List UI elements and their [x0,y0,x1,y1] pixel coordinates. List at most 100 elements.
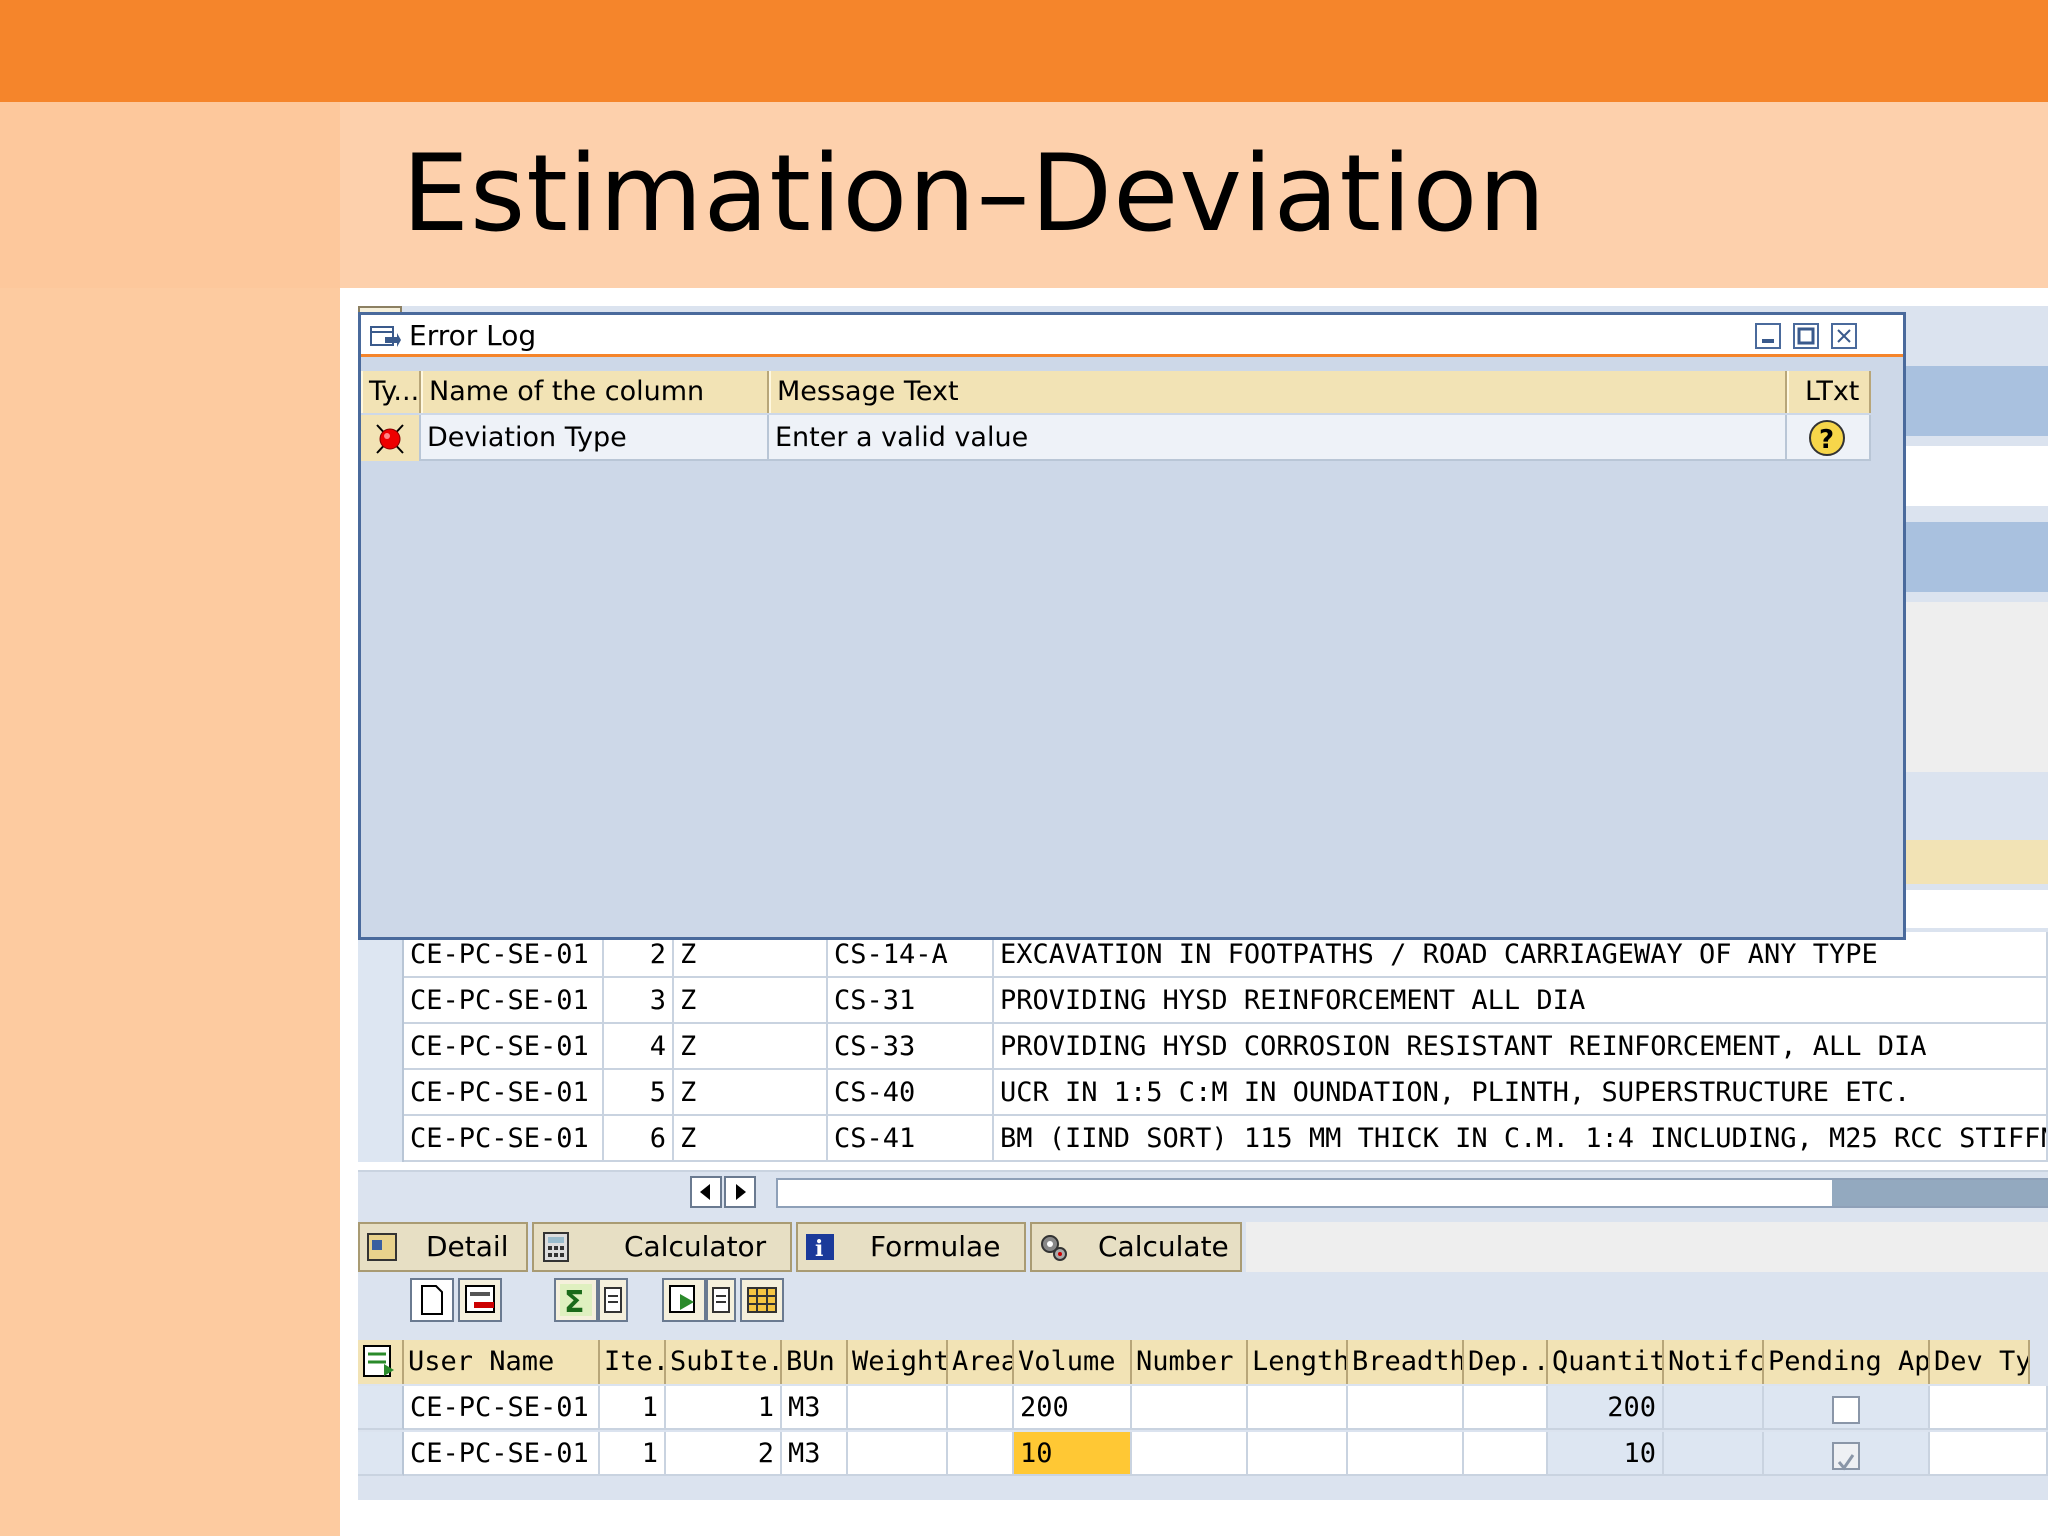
cell-depth[interactable] [1464,1432,1548,1476]
cell-item: 6 [604,1116,674,1162]
cell-deviation-type[interactable] [1930,1386,2048,1430]
row-selector[interactable] [358,1116,404,1162]
long-text-cell[interactable]: ? [1787,415,1871,461]
scroll-left-button[interactable] [690,1176,722,1208]
cell-item[interactable]: 1 [600,1386,666,1430]
formulae-button-label: Formulae [870,1230,1001,1263]
cell-length[interactable] [1248,1432,1348,1476]
row-selector[interactable] [358,1024,404,1070]
cell-notification [1664,1432,1764,1476]
maximize-icon [1797,327,1815,345]
calculator-icon [543,1232,569,1262]
cell-volume-highlighted[interactable]: 10 [1014,1432,1132,1476]
grid-icon [747,1287,777,1313]
layout-button[interactable] [740,1278,784,1322]
cell-number[interactable] [1132,1386,1248,1430]
cell-breadth[interactable] [1348,1432,1464,1476]
minimize-icon [1762,339,1774,343]
table-row[interactable]: CE-PC-SE-01 6 Z CS-41 BM (IIND SORT) 115… [358,1116,2048,1162]
error-table-header: Ty... Name of the column Message Text LT… [361,371,1871,413]
column-header-area[interactable]: Area [948,1340,1014,1384]
export-dropdown-button[interactable] [706,1278,736,1322]
table-row[interactable]: CE-PC-SE-01 5 Z CS-40 UCR IN 1:5 C:M IN … [358,1070,2048,1116]
cell-number[interactable] [1132,1432,1248,1476]
scrollbar-thumb[interactable] [1832,1180,2048,1206]
pending-checkbox-checked[interactable] [1832,1442,1860,1471]
table-row[interactable]: CE-PC-SE-01 4 Z CS-33 PROVIDING HYSD COR… [358,1024,2048,1070]
detail-button-label: Detail [426,1230,509,1263]
table-row[interactable]: CE-PC-SE-01 3 Z CS-31 PROVIDING HYSD REI… [358,978,2048,1024]
cell-pending-approval [1764,1386,1930,1430]
cell-breadth[interactable] [1348,1386,1464,1430]
sum-button[interactable]: Σ [554,1278,598,1322]
scroll-right-button[interactable] [724,1176,756,1208]
row-selector[interactable] [358,1386,404,1430]
cell-weight[interactable] [848,1432,948,1476]
help-icon[interactable]: ? [1807,419,1847,457]
clipboard-icon [604,1287,622,1313]
column-header-quantity[interactable]: Quantity [1548,1340,1664,1384]
pending-checkbox[interactable] [1832,1396,1860,1424]
calculator-button[interactable]: Calculator [532,1222,792,1272]
cell-notification [1664,1386,1764,1430]
column-header-message[interactable]: Message Text [769,371,1787,413]
cell-deviation-type[interactable] [1930,1432,2048,1476]
svg-text:Σ: Σ [564,1285,585,1320]
error-message: Enter a valid value [769,415,1787,461]
error-log-dialog: Error Log Ty... Name of the column Messa… [358,312,1906,940]
column-header-volume[interactable]: Volume [1014,1340,1132,1384]
delete-row-button[interactable] [458,1278,502,1322]
column-header-depth[interactable]: Dep... [1464,1340,1548,1384]
select-all-button[interactable] [358,1340,404,1384]
column-header-breadth[interactable]: Breadth [1348,1340,1464,1384]
cell-area[interactable] [948,1432,1014,1476]
maximize-button[interactable] [1793,323,1819,349]
sum-dropdown-button[interactable] [598,1278,628,1322]
row-selector[interactable] [358,1070,404,1116]
column-header-length[interactable]: Length [1248,1340,1348,1384]
close-button[interactable] [1831,323,1857,349]
column-header-name[interactable]: Name of the column [421,371,769,413]
column-header-long-text[interactable]: LTxt [1787,371,1871,413]
column-header-type[interactable]: Ty... [361,371,421,413]
calculate-button[interactable]: Calculate [1030,1222,1242,1272]
export-button[interactable] [662,1278,706,1322]
cell-code: CS-33 [828,1024,994,1070]
error-type-cell [361,415,421,461]
column-header-deviation-type[interactable]: Dev Ty [1930,1340,2030,1384]
column-header-weight[interactable]: Weight [848,1340,948,1384]
cell-volume[interactable]: 200 [1014,1386,1132,1430]
cell-user: CE-PC-SE-01 [404,978,604,1024]
column-header-user-name[interactable]: User Name [404,1340,600,1384]
gears-icon [1041,1235,1067,1261]
detail-button[interactable]: Detail [358,1222,528,1272]
column-header-bun[interactable]: BUn [782,1340,848,1384]
cell-user-name[interactable]: CE-PC-SE-01 [404,1432,600,1476]
cell-code: CS-40 [828,1070,994,1116]
column-header-item[interactable]: Ite... [600,1340,666,1384]
cell-item[interactable]: 1 [600,1432,666,1476]
cell-desc: BM (IIND SORT) 115 MM THICK IN C.M. 1:4 … [994,1116,2048,1162]
cell-length[interactable] [1248,1386,1348,1430]
cell-user-name[interactable]: CE-PC-SE-01 [404,1386,600,1430]
row-selector[interactable] [358,1432,404,1476]
cell-area[interactable] [948,1386,1014,1430]
minimize-button[interactable] [1755,323,1781,349]
error-row[interactable]: Deviation Type Enter a valid value ? [361,415,1871,461]
formulae-button[interactable]: i Formulae [796,1222,1026,1272]
row-selector[interactable] [358,978,404,1024]
cell-bun[interactable]: M3 [782,1386,848,1430]
cell-subitem[interactable]: 1 [666,1386,782,1430]
column-header-subitem[interactable]: SubIte... [666,1340,782,1384]
cell-bun[interactable]: M3 [782,1432,848,1476]
column-header-number[interactable]: Number [1132,1340,1248,1384]
cell-desc: PROVIDING HYSD REINFORCEMENT ALL DIA [994,978,2048,1024]
column-header-notification[interactable]: Notifc... [1664,1340,1764,1384]
column-header-pending-approval[interactable]: Pending Ap [1764,1340,1930,1384]
cell-subitem[interactable]: 2 [666,1432,782,1476]
cell-depth[interactable] [1464,1386,1548,1430]
dialog-title-bar[interactable]: Error Log [361,315,1903,357]
cell-weight[interactable] [848,1386,948,1430]
horizontal-scrollbar[interactable] [776,1178,2048,1208]
new-doc-button[interactable] [410,1278,454,1322]
